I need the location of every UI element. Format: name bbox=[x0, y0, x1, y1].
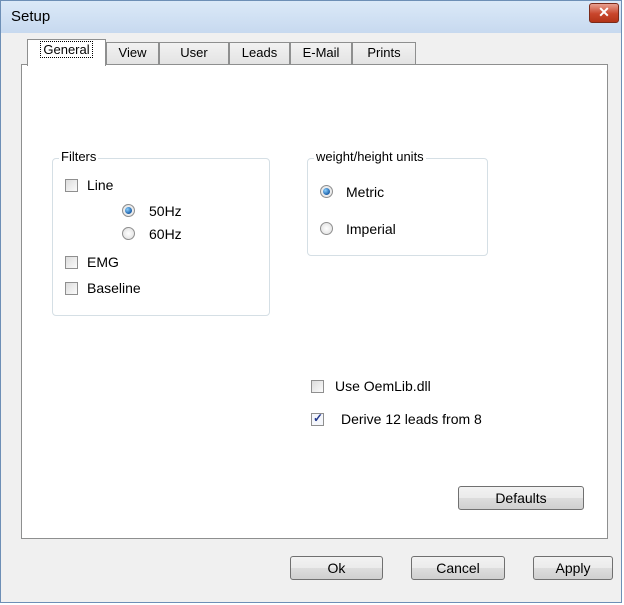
use-oemlib-label: Use OemLib.dll bbox=[335, 378, 431, 394]
tab-prints[interactable]: Prints bbox=[352, 42, 416, 64]
close-button[interactable]: ✕ bbox=[589, 3, 619, 23]
line-label: Line bbox=[87, 177, 114, 193]
title-bar[interactable]: Setup ✕ bbox=[1, 1, 621, 33]
filters-group: Filters Line 50Hz 60Hz EMG Baseline bbox=[52, 149, 270, 316]
tab-general-label: General bbox=[40, 41, 93, 58]
tab-leads-label: Leads bbox=[241, 45, 278, 60]
defaults-button[interactable]: Defaults bbox=[458, 486, 584, 510]
emg-label: EMG bbox=[87, 254, 119, 270]
derive-leads-checkbox[interactable]: ✓ bbox=[311, 411, 324, 426]
60hz-radio[interactable] bbox=[122, 227, 135, 240]
tab-email[interactable]: E-Mail bbox=[290, 42, 352, 64]
units-group-title: weight/height units bbox=[314, 149, 426, 164]
emg-checkbox[interactable] bbox=[65, 256, 78, 269]
close-icon[interactable]: ✕ bbox=[598, 4, 610, 20]
tab-general[interactable]: General bbox=[27, 39, 106, 66]
ok-button[interactable]: Ok bbox=[290, 556, 383, 580]
metric-label: Metric bbox=[346, 184, 385, 200]
filters-group-title: Filters bbox=[59, 149, 99, 164]
line-checkbox[interactable] bbox=[65, 179, 78, 192]
apply-button[interactable]: Apply bbox=[533, 556, 613, 580]
imperial-radio[interactable] bbox=[320, 222, 333, 235]
metric-radio[interactable] bbox=[320, 185, 333, 198]
tab-prints-label: Prints bbox=[367, 45, 401, 60]
general-tab-panel: Filters Line 50Hz 60Hz EMG Baseline weig… bbox=[21, 64, 608, 539]
baseline-checkbox[interactable] bbox=[65, 282, 78, 295]
50hz-label: 50Hz bbox=[149, 203, 182, 219]
tab-view[interactable]: View bbox=[106, 42, 159, 64]
checkmark-icon: ✓ bbox=[313, 411, 324, 425]
units-group: weight/height units Metric Imperial bbox=[307, 149, 488, 256]
tab-user-label: User bbox=[180, 45, 208, 60]
use-oemlib-checkbox[interactable] bbox=[311, 380, 324, 393]
tab-leads[interactable]: Leads bbox=[229, 42, 290, 64]
cancel-button[interactable]: Cancel bbox=[411, 556, 505, 580]
window-title: Setup bbox=[11, 8, 51, 25]
baseline-label: Baseline bbox=[87, 280, 141, 296]
50hz-radio[interactable] bbox=[122, 204, 135, 217]
60hz-label: 60Hz bbox=[149, 226, 182, 242]
tab-view-label: View bbox=[118, 45, 147, 60]
derive-leads-label: Derive 12 leads from 8 bbox=[341, 411, 482, 427]
tab-email-label: E-Mail bbox=[302, 45, 340, 60]
imperial-label: Imperial bbox=[346, 221, 396, 237]
tab-user[interactable]: User bbox=[159, 42, 229, 64]
